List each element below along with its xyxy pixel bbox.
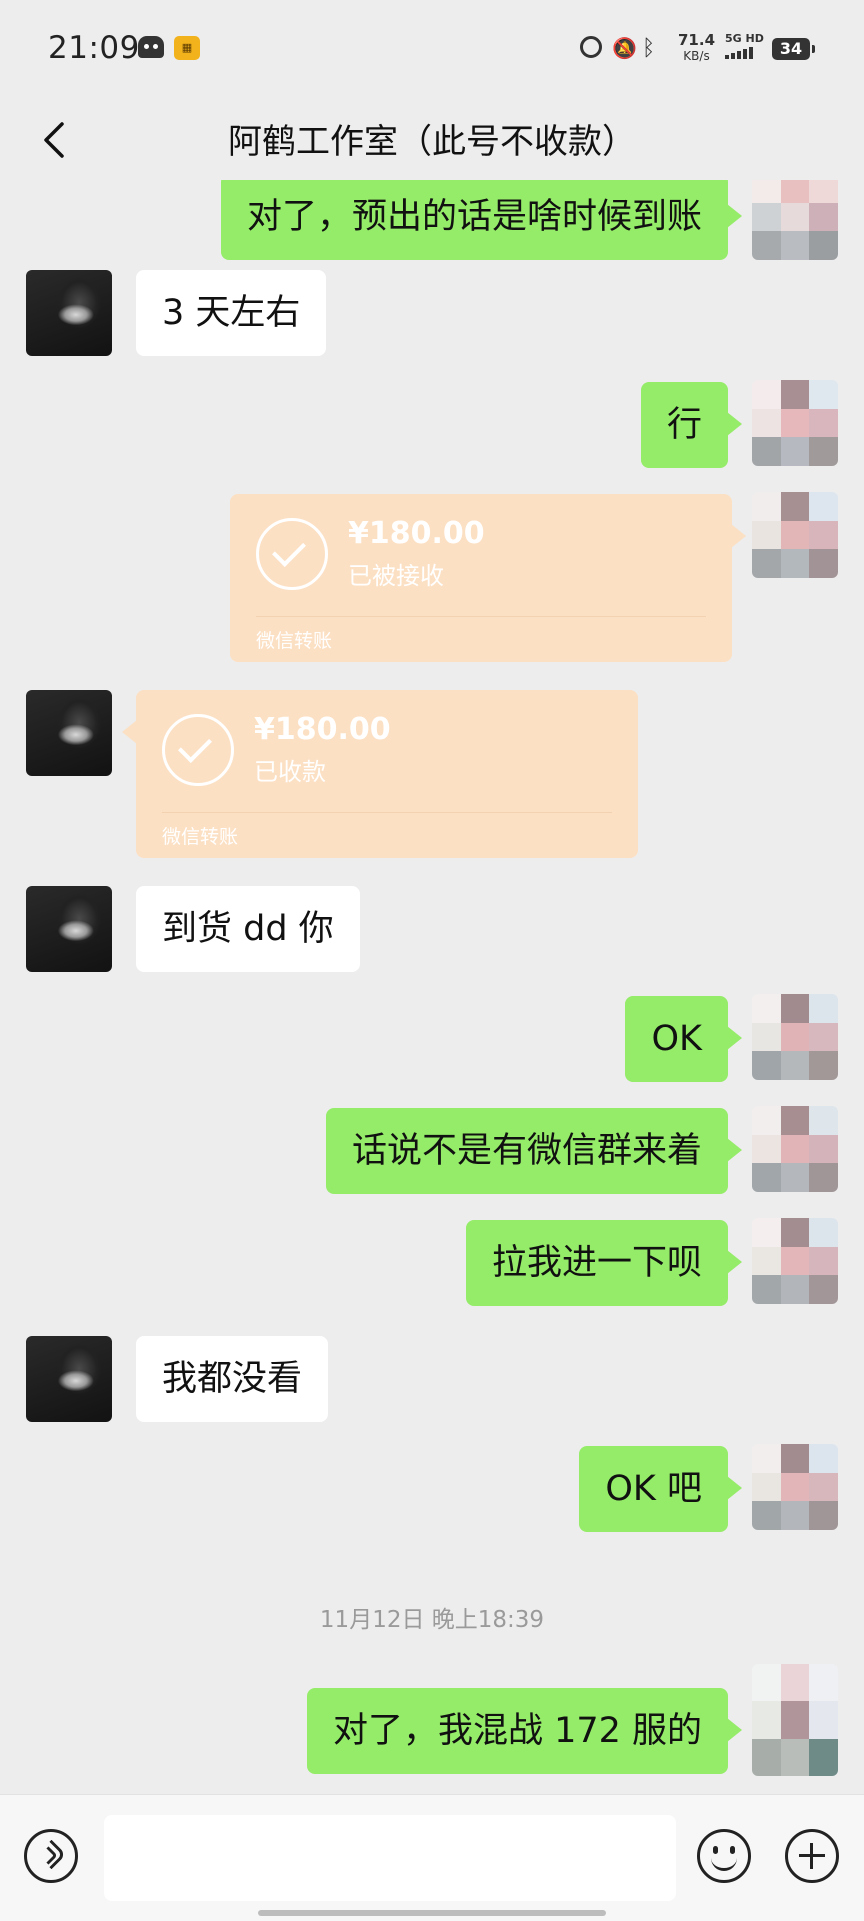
self-avatar[interactable] [752, 1444, 838, 1530]
contact-avatar[interactable] [26, 886, 112, 972]
mute-icon: 🔕 [612, 36, 637, 60]
signal-icon: 5G HD [725, 32, 764, 59]
message-bubble[interactable]: OK [625, 996, 742, 1082]
status-bar: 21:09 ▦ 🔕 ᛒ 71.4 KB/s 5G HD 34 [0, 0, 864, 100]
self-avatar[interactable] [752, 1664, 838, 1776]
check-circle-icon [162, 714, 234, 786]
voice-icon[interactable] [24, 1829, 78, 1883]
transfer-label: 微信转账 [256, 630, 333, 652]
message-bubble[interactable]: 我都没看 [136, 1336, 329, 1422]
message-bubble[interactable]: 3 天左右 [136, 270, 327, 356]
message-list[interactable]: 对了，预出的话是啥时候到账 3 天左右 行 ¥180.00 已被接收 微信转账 … [0, 180, 864, 1794]
self-avatar[interactable] [752, 492, 838, 578]
message-bubble[interactable]: 话说不是有微信群来着 [325, 1108, 743, 1194]
plus-icon[interactable] [785, 1829, 839, 1883]
divider [256, 616, 706, 617]
network-label: 5G HD [725, 32, 764, 45]
self-avatar[interactable] [752, 380, 838, 466]
message-input[interactable] [104, 1815, 676, 1901]
timestamp: 11月12日 晚上18:39 [319, 1607, 545, 1633]
network-speed-value: 71.4 [678, 31, 716, 49]
input-bar [0, 1794, 864, 1921]
app-badge-icon: ▦ [174, 36, 200, 60]
self-avatar[interactable] [752, 180, 838, 260]
transfer-card[interactable]: ¥180.00 已被接收 微信转账 [230, 494, 746, 662]
transfer-label: 微信转账 [162, 826, 239, 848]
status-time: 21:09 [48, 30, 140, 66]
bluetooth-icon: ᛒ [642, 36, 656, 61]
network-speed-unit: KB/s [683, 49, 710, 63]
network-speed: 71.4 KB/s [678, 32, 715, 64]
self-avatar[interactable] [752, 1106, 838, 1192]
contact-avatar[interactable] [26, 1336, 112, 1422]
transfer-amount: ¥180.00 [348, 516, 485, 551]
self-avatar[interactable] [752, 1218, 838, 1304]
home-indicator[interactable] [258, 1910, 606, 1916]
message-bubble[interactable]: 对了，我混战 172 服的 [306, 1688, 743, 1774]
message-bubble[interactable]: 对了，预出的话是啥时候到账 [220, 180, 743, 260]
message-bubble[interactable]: 到货 dd 你 [136, 886, 360, 972]
emoji-icon[interactable] [697, 1829, 751, 1883]
transfer-card[interactable]: ¥180.00 已收款 微信转账 [122, 690, 638, 858]
message-bubble[interactable]: 行 [640, 382, 743, 468]
divider [162, 812, 612, 813]
transfer-status: 已被接收 [348, 562, 444, 590]
check-circle-icon [256, 518, 328, 590]
transfer-amount: ¥180.00 [254, 712, 391, 747]
contact-avatar[interactable] [26, 690, 112, 776]
transfer-status: 已收款 [254, 758, 326, 786]
message-bubble[interactable]: 拉我进一下呗 [465, 1220, 743, 1306]
battery-icon: 34 [772, 38, 815, 60]
alarm-icon [580, 36, 602, 58]
chat-title: 阿鹤工作室（此号不收款） [228, 122, 636, 162]
message-bubble[interactable]: OK 吧 [579, 1446, 742, 1532]
app-icon [138, 36, 164, 58]
contact-avatar[interactable] [26, 270, 112, 356]
self-avatar[interactable] [752, 994, 838, 1080]
